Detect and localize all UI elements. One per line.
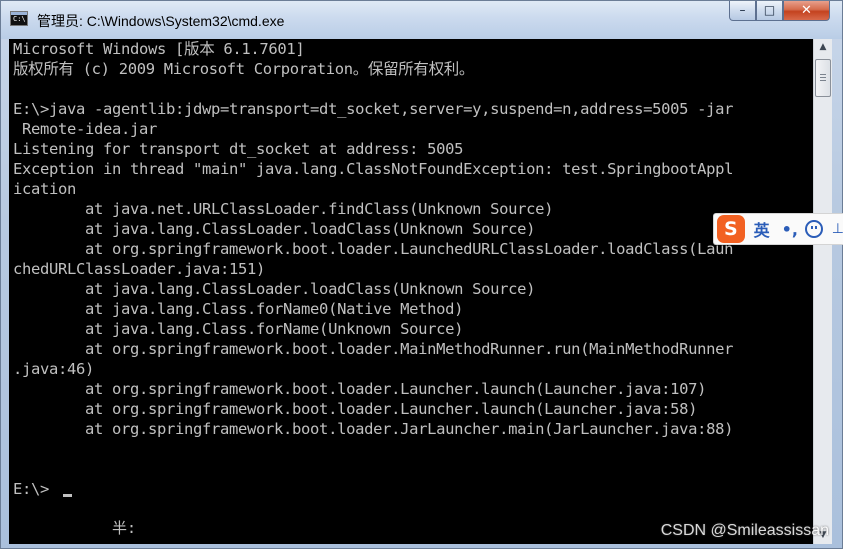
- ime-language-toggle[interactable]: 英: [754, 217, 770, 241]
- scroll-thumb[interactable]: [815, 59, 831, 97]
- sogou-logo-icon[interactable]: S: [717, 215, 745, 243]
- ime-more-icon[interactable]: ⊥: [832, 221, 843, 237]
- smiley-icon[interactable]: [804, 220, 823, 238]
- maximize-button[interactable]: □: [756, 1, 783, 21]
- cmd-icon[interactable]: C:\: [10, 11, 28, 26]
- window-title: 管理员: C:\Windows\System32\cmd.exe: [37, 13, 285, 29]
- vertical-scrollbar[interactable]: ▲ ▼: [813, 39, 832, 544]
- title-bar[interactable]: C:\ 管理员: C:\Windows\System32\cmd.exe – □…: [1, 1, 842, 39]
- text-cursor: [63, 494, 72, 497]
- ime-punctuation-toggle[interactable]: •,: [782, 220, 798, 239]
- minimize-button[interactable]: –: [729, 1, 756, 21]
- window-controls: – □ ✕: [729, 1, 830, 23]
- console-output[interactable]: Microsoft Windows [版本 6.1.7601] 版权所有 (c)…: [9, 39, 813, 544]
- csdn-watermark: CSDN @Smileassissan: [660, 522, 829, 539]
- ime-toolbar[interactable]: S 英 •, ⊥: [713, 213, 843, 245]
- cmd-window: C:\ 管理员: C:\Windows\System32\cmd.exe – □…: [0, 0, 843, 549]
- close-button[interactable]: ✕: [783, 1, 830, 21]
- scroll-up-icon[interactable]: ▲: [814, 39, 832, 56]
- ime-half-width-status: 半:: [112, 519, 137, 537]
- console-text: Microsoft Windows [版本 6.1.7601] 版权所有 (c)…: [13, 40, 734, 498]
